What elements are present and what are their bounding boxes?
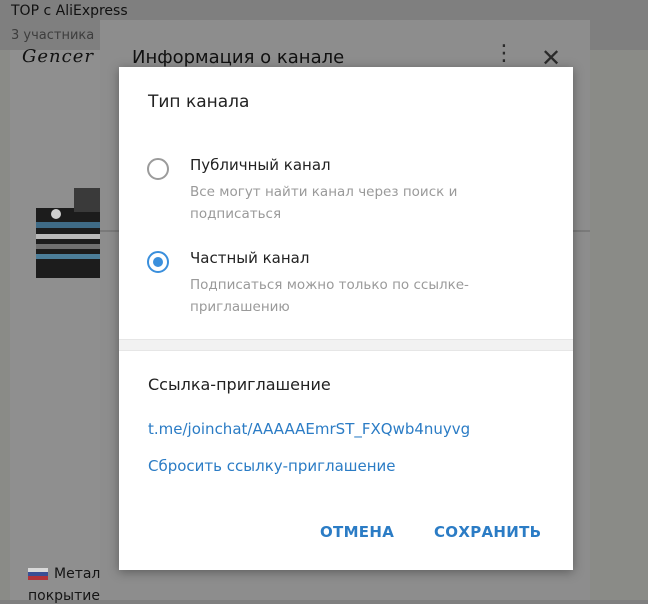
option-private-label: Частный канал	[190, 249, 310, 267]
radio-public[interactable]	[147, 158, 169, 180]
chat-subtitle: 3 участника	[11, 28, 95, 43]
option-public-description: Все могут найти канал через поиск и подп…	[190, 184, 458, 222]
more-vertical-icon[interactable]: ⋮	[493, 43, 515, 65]
reset-invite-link[interactable]: Сбросить ссылку-приглашение	[148, 457, 396, 475]
dialog-title: Тип канала	[148, 92, 250, 112]
radio-private[interactable]	[147, 251, 169, 273]
channel-type-dialog: Тип канала Публичный канал Все могут най…	[119, 67, 573, 570]
option-public-channel[interactable]: Публичный канал Все могут найти канал че…	[146, 156, 546, 226]
message-caption-line2: покрытие	[28, 588, 100, 604]
invite-link-section-title: Ссылка-приглашение	[148, 375, 331, 394]
message-caption-line1: Метал	[28, 566, 100, 582]
section-divider	[119, 339, 573, 351]
russia-flag-icon	[28, 568, 48, 580]
chat-title[interactable]: TOP с AliExpress	[11, 3, 128, 19]
option-public-label: Публичный канал	[190, 156, 331, 174]
cancel-button[interactable]: ОТМЕНА	[320, 523, 394, 541]
channel-info-title: Информация о канале	[132, 47, 345, 68]
product-brand-text: Gencer	[22, 46, 94, 67]
option-private-description: Подписаться можно только по ссылке-пригл…	[190, 277, 469, 315]
invite-link[interactable]: t.me/joinchat/AAAAAEmrST_FXQwb4nuyvg	[148, 420, 470, 438]
save-button[interactable]: СОХРАНИТЬ	[434, 523, 541, 541]
option-private-channel[interactable]: Частный канал Подписаться можно только п…	[146, 249, 546, 319]
